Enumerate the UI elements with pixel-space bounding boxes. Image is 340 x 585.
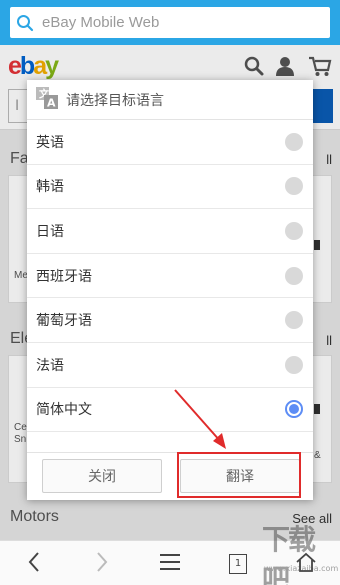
annotation-arrow-icon (174, 389, 226, 449)
